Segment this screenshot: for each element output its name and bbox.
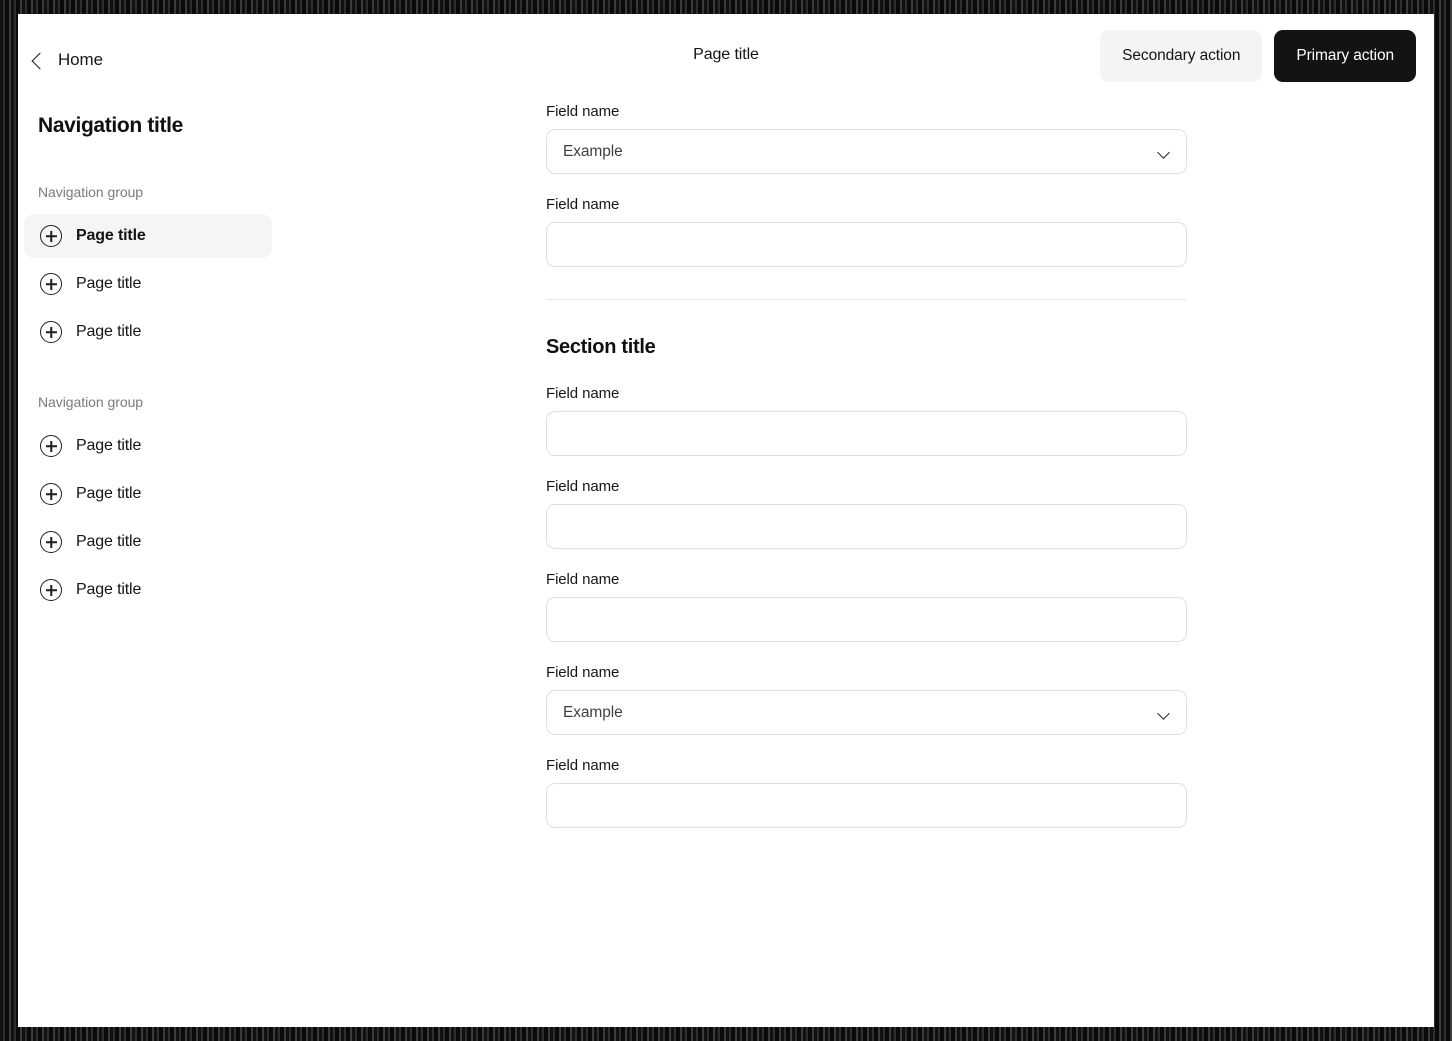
section-divider	[546, 299, 1187, 300]
field-label: Field name	[546, 385, 620, 402]
form-field: Field name	[546, 478, 1206, 549]
header-actions: Secondary action Primary action	[1100, 30, 1416, 82]
navigation-group: Navigation group Page title Page title P…	[18, 394, 542, 612]
field-label: Field name	[546, 478, 620, 495]
field-label: Field name	[546, 571, 620, 588]
text-input[interactable]	[546, 504, 1187, 549]
navigation-group-label: Navigation group	[38, 394, 144, 410]
chevron-down-icon	[1157, 146, 1170, 159]
navigation-group: Navigation group Page title Page title P…	[18, 184, 542, 354]
form-field: Field name	[546, 196, 1206, 267]
navigation-title: Navigation title	[38, 114, 183, 137]
sidebar-item-label: Page title	[76, 323, 142, 340]
app-window: Home Page title Secondary action Primary…	[18, 14, 1434, 1027]
field-label: Field name	[546, 103, 620, 120]
sidebar: Navigation title Navigation group Page t…	[18, 98, 542, 1027]
form-field: Field name Example	[546, 103, 1206, 174]
sidebar-item-label: Page title	[76, 581, 142, 598]
navigation-group-label: Navigation group	[38, 184, 144, 200]
sidebar-item-label: Page title	[76, 533, 142, 550]
select-input[interactable]: Example	[546, 129, 1187, 174]
select-input[interactable]: Example	[546, 690, 1187, 735]
sidebar-item-page-title[interactable]: Page title	[24, 262, 272, 306]
text-input[interactable]	[546, 783, 1187, 828]
section-title: Section title	[546, 336, 656, 358]
chevron-down-icon	[1157, 707, 1170, 720]
sidebar-item-page-title[interactable]: Page title	[24, 214, 272, 258]
sidebar-item-page-title[interactable]: Page title	[24, 472, 272, 516]
text-input[interactable]	[546, 597, 1187, 642]
text-input[interactable]	[546, 222, 1187, 267]
form-field: Field name	[546, 757, 1206, 828]
screenshot-frame: Home Page title Secondary action Primary…	[0, 0, 1452, 1041]
plus-circle-icon	[40, 321, 62, 343]
sidebar-item-page-title[interactable]: Page title	[24, 520, 272, 564]
form-field: Field name	[546, 571, 1206, 642]
field-label: Field name	[546, 757, 620, 774]
field-label: Field name	[546, 664, 620, 681]
form-field: Field name	[546, 385, 1206, 456]
main-content: Field name Example Field name Section ti…	[542, 98, 1434, 1027]
form-field: Field name Example	[546, 664, 1206, 735]
sidebar-item-label: Page title	[76, 275, 142, 292]
plus-circle-icon	[40, 435, 62, 457]
sidebar-item-label: Page title	[76, 227, 146, 244]
field-label: Field name	[546, 196, 620, 213]
sidebar-item-page-title[interactable]: Page title	[24, 310, 272, 354]
primary-action-button[interactable]: Primary action	[1274, 30, 1416, 82]
app-header: Home Page title Secondary action Primary…	[18, 14, 1434, 98]
plus-circle-icon	[40, 483, 62, 505]
sidebar-item-label: Page title	[76, 437, 142, 454]
sidebar-item-page-title[interactable]: Page title	[24, 568, 272, 612]
body-area: Navigation title Navigation group Page t…	[18, 98, 1434, 1027]
plus-circle-icon	[40, 273, 62, 295]
plus-circle-icon	[40, 579, 62, 601]
sidebar-item-page-title[interactable]: Page title	[24, 424, 272, 468]
select-value: Example	[563, 703, 623, 721]
text-input[interactable]	[546, 411, 1187, 456]
select-value: Example	[563, 142, 623, 160]
plus-circle-icon	[40, 225, 62, 247]
plus-circle-icon	[40, 531, 62, 553]
form-scroll-region[interactable]: Field name Example Field name Section ti…	[546, 98, 1206, 850]
secondary-action-button[interactable]: Secondary action	[1100, 30, 1263, 82]
sidebar-item-label: Page title	[76, 485, 142, 502]
